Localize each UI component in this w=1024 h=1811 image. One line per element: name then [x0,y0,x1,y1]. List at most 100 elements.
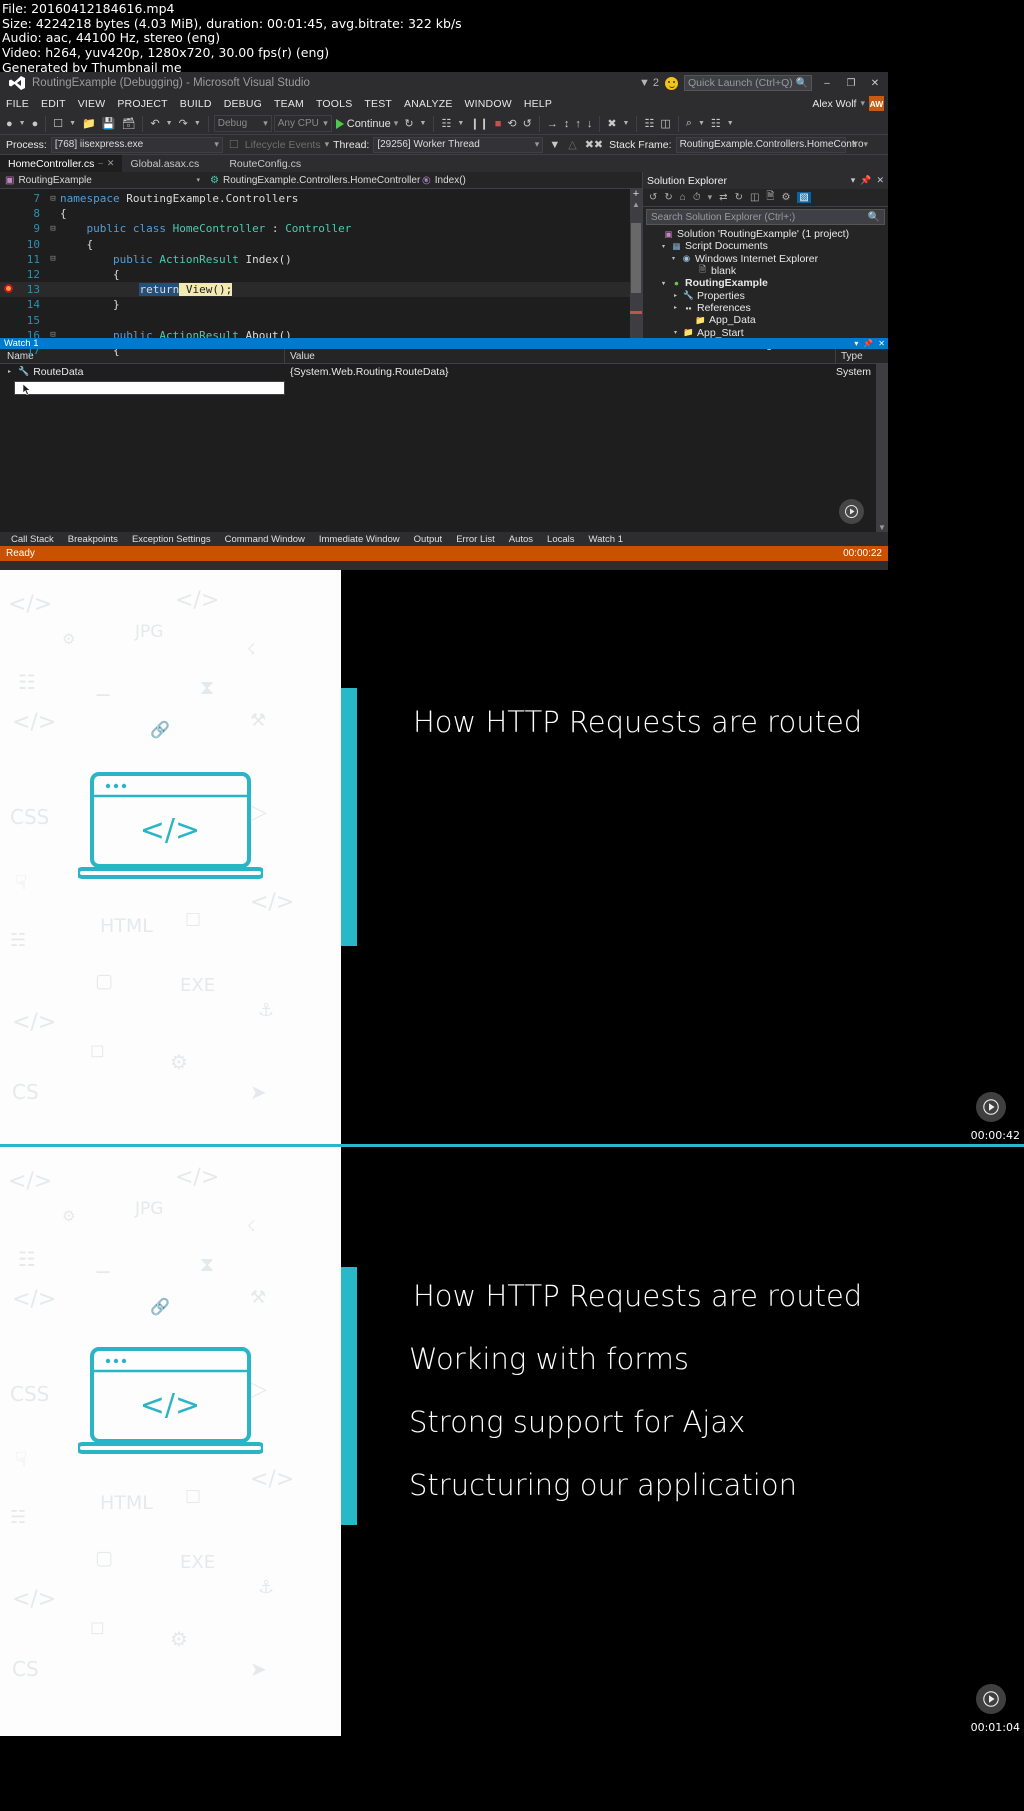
open-file-icon[interactable]: 📁 [80,114,98,134]
menu-item-help[interactable]: HELP [524,98,552,110]
menu-item-window[interactable]: WINDOW [465,98,512,110]
tree-expander[interactable]: ▾ [659,243,668,250]
video-play-overlay-icon[interactable] [976,1092,1006,1122]
chevron-down-icon[interactable]: ▾ [851,175,856,186]
tab-command-window[interactable]: Command Window [218,534,312,545]
step-out2-icon[interactable]: ↓ [585,114,595,134]
freeze-thread-icon[interactable]: ✖✖ [583,135,605,155]
back-icon[interactable]: ↺ [649,192,657,203]
tab-immediate-window[interactable]: Immediate Window [312,534,407,545]
tree-expander[interactable]: ▾ [669,255,678,262]
tree-expander[interactable]: ▸ [671,304,680,311]
quick-launch-input[interactable]: Quick Launch (Ctrl+Q) 🔍 [684,75,812,91]
maximize-button[interactable]: ❐ [842,75,860,91]
window-layout-icon[interactable]: ☷ [642,114,656,134]
sync-with-active-document-icon[interactable]: ⇄ [719,192,727,203]
watch-vertical-scrollbar[interactable]: ▼ [876,364,888,532]
solution-configuration-select[interactable]: Debug ▾ [213,115,272,132]
code-editor-pane[interactable]: ▣ RoutingExample ▾ ⚙ RoutingExample.Cont… [0,172,642,357]
navigate-backward-icon[interactable]: ● [4,114,15,134]
tree-item-blank[interactable]: 🗎 blank [643,264,888,277]
collapse-all-icon[interactable]: ◫ [750,192,759,203]
navigate-forward-icon[interactable]: ● [30,114,41,134]
pending-changes-icon[interactable]: ⏱ [693,192,701,203]
stop-debugging-icon[interactable]: ■ [493,114,504,134]
fold-icon[interactable]: ⊟ [46,254,60,264]
step-out-icon[interactable]: ↑ [573,114,583,134]
menu-item-analyze[interactable]: ANALYZE [404,98,452,110]
video-play-overlay-icon[interactable] [976,1684,1006,1714]
editor-tab-routeconfig[interactable]: RouteConfig.cs [221,155,309,172]
close-icon[interactable]: ✕ [876,175,884,186]
menu-item-edit[interactable]: EDIT [41,98,66,110]
show-all-files-icon[interactable]: 🗎 [766,189,774,206]
tab-breakpoints[interactable]: Breakpoints [61,534,125,545]
unflag-thread-icon[interactable]: △ [566,135,578,155]
break-all-icon[interactable]: ❙❙ [468,114,490,134]
editor-tab-globalasax[interactable]: Global.asax.cs [122,155,207,172]
menu-item-team[interactable]: TEAM [274,98,304,110]
window-layout2-icon[interactable]: ◫ [658,114,672,134]
menu-item-tools[interactable]: TOOLS [316,98,352,110]
tree-item-references[interactable]: ▸ ▪▪ References [643,302,888,314]
tree-item-script-documents[interactable]: ▾ ▦ Script Documents [643,240,888,252]
redo-dropdown-icon[interactable]: ▼ [192,114,203,134]
show-next-statement-icon[interactable]: ↺ [521,114,534,134]
tab-error-list[interactable]: Error List [449,534,502,545]
fold-icon[interactable]: ⊟ [46,194,60,204]
restart-debug-icon[interactable]: ⟲ [505,114,518,134]
redo-icon[interactable]: ↷ [177,114,190,134]
breakpoint-icon[interactable] [3,284,13,294]
chevron-down-icon[interactable]: ▾ [854,339,858,348]
preview-selected-items-icon[interactable]: ▧ [797,192,811,203]
attach-dropdown-icon[interactable]: ▼ [455,114,466,134]
minimize-button[interactable]: – [818,75,836,91]
tab-autos[interactable]: Autos [502,534,540,545]
editor-vertical-scrollbar[interactable]: + ▲ [630,189,642,338]
disable-breakpoints-icon[interactable]: ✖ [605,114,618,134]
tree-item-solution[interactable]: ▣ Solution 'RoutingExample' (1 project) [643,228,888,240]
save-all-icon[interactable]: 🗃 [119,114,137,134]
new-project-icon[interactable]: ☐ [51,114,65,134]
menu-item-build[interactable]: BUILD [180,98,212,110]
forward-icon[interactable]: ↻ [664,192,672,203]
tree-item-properties[interactable]: ▸ 🔧 Properties [643,289,888,302]
close-icon[interactable]: ✕ [107,158,115,169]
step-into-icon[interactable]: → [545,114,560,134]
undo-dropdown-icon[interactable]: ▼ [164,114,175,134]
overflow-icon[interactable]: ▼ [850,135,861,155]
breakpoint-gutter[interactable] [0,283,16,296]
continue-button[interactable]: Continue ▾ [334,118,401,130]
flag-thread-icon[interactable]: ▼ [547,135,562,155]
code-content[interactable]: 7 ⊟ namespace RoutingExample.Controllers… [0,189,642,358]
properties-icon[interactable]: ⚙ [781,192,790,203]
pin-icon[interactable]: ⎯ [98,158,103,169]
pin-icon[interactable]: 📌 [860,175,871,186]
navbar-class-select[interactable]: ⚙ RoutingExample.Controllers.HomeControl… [205,175,428,186]
toolbox-dropdown-icon[interactable]: ▼ [725,114,736,134]
tab-watch-1[interactable]: Watch 1 [582,534,631,545]
pin-icon[interactable]: 📌 [863,339,873,348]
find-dropdown-icon[interactable]: ▼ [696,114,707,134]
notification-indicator[interactable]: ▼ 2 [639,77,659,89]
save-icon[interactable]: 💾 [100,114,118,134]
restart-dropdown-icon[interactable]: ▼ [418,114,429,134]
chevron-down-icon[interactable]: ▾ [708,192,713,203]
scroll-up-arrow-icon[interactable]: ▲ [630,200,642,209]
tab-output[interactable]: Output [407,534,450,545]
menu-item-project[interactable]: PROJECT [117,98,167,110]
restart-icon[interactable]: ↻ [402,114,415,134]
thread-select[interactable]: [29256] Worker Thread ▾ [373,136,544,153]
stack-frame-select[interactable]: RoutingExample.Controllers.HomeContro ▾ [675,136,868,153]
solution-platform-select[interactable]: Any CPU ▾ [273,115,332,132]
menu-item-debug[interactable]: DEBUG [224,98,262,110]
video-play-overlay-icon[interactable] [839,499,864,524]
process-select[interactable]: [768] iisexpress.exe ▾ [50,136,223,153]
tree-expander[interactable]: ▸ [671,292,680,299]
step-over-icon[interactable]: ↕ [562,114,572,134]
send-feedback-icon[interactable] [665,76,678,90]
tree-expander[interactable]: ▾ [671,329,680,336]
watch-row[interactable]: ▸ 🔧 RouteData {System.Web.Routing.RouteD… [0,364,888,379]
navbar-project-select[interactable]: ▣ RoutingExample ▾ [0,175,205,186]
fold-icon[interactable]: ⊟ [46,224,60,234]
